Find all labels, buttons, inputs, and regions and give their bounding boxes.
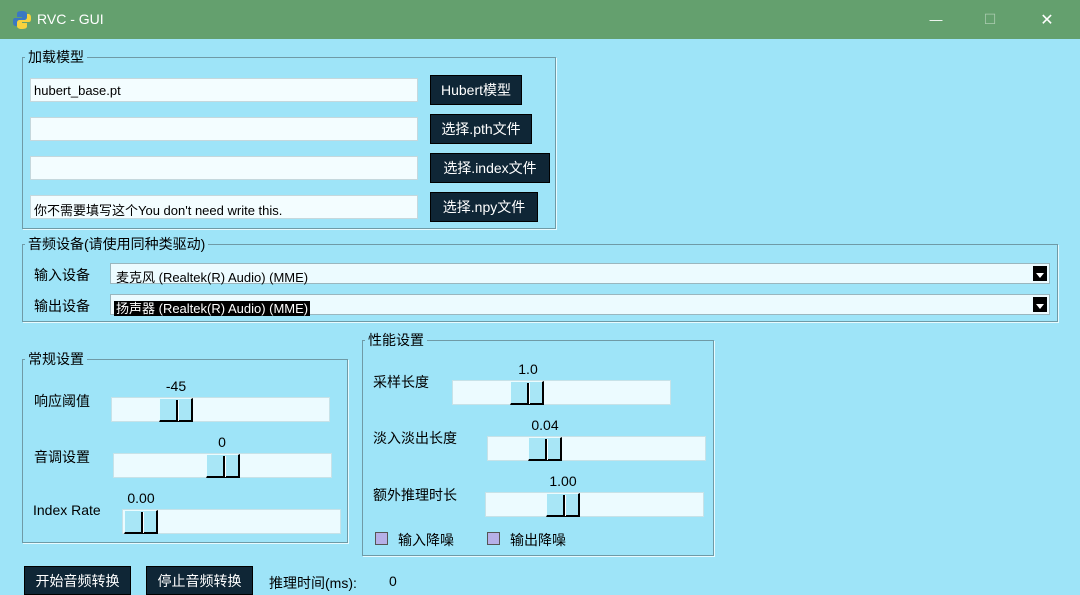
maximize-icon: ☐ bbox=[983, 11, 997, 27]
crossfade-slider-thumb[interactable] bbox=[528, 437, 562, 461]
pth-select-button[interactable]: 选择.pth文件 bbox=[430, 114, 532, 144]
input-denoise-label: 输入降噪 bbox=[398, 532, 454, 548]
sample-length-label: 采样长度 bbox=[373, 374, 429, 390]
chevron-down-icon[interactable] bbox=[1033, 297, 1047, 312]
pitch-value: 0 bbox=[218, 434, 226, 450]
close-button[interactable]: ✕ bbox=[1024, 0, 1070, 39]
output-device-label: 输出设备 bbox=[34, 298, 90, 314]
start-conversion-button[interactable]: 开始音频转换 bbox=[24, 566, 131, 595]
python-logo-icon bbox=[13, 11, 31, 29]
pth-path-field[interactable] bbox=[30, 117, 418, 141]
input-device-select[interactable]: 麦克风 (Realtek(R) Audio) (MME) bbox=[110, 263, 1050, 285]
index-rate-value: 0.00 bbox=[127, 490, 155, 506]
sample-length-slider[interactable] bbox=[452, 380, 671, 405]
infer-time-value: 0 bbox=[389, 573, 397, 589]
index-select-button[interactable]: 选择.index文件 bbox=[430, 153, 550, 183]
stop-conversion-button[interactable]: 停止音频转换 bbox=[146, 566, 253, 595]
npy-select-button[interactable]: 选择.npy文件 bbox=[430, 192, 538, 222]
input-denoise-checkbox[interactable] bbox=[375, 532, 388, 545]
index-rate-slider[interactable] bbox=[122, 509, 341, 534]
maximize-button[interactable]: ☐ bbox=[967, 0, 1013, 39]
output-denoise-checkbox[interactable] bbox=[487, 532, 500, 545]
index-path-field[interactable] bbox=[30, 156, 418, 180]
sample-length-slider-thumb[interactable] bbox=[510, 381, 544, 405]
input-device-label: 输入设备 bbox=[34, 267, 90, 283]
output-denoise-label: 输出降噪 bbox=[510, 532, 566, 548]
load-model-legend: 加载模型 bbox=[28, 49, 84, 65]
title-bar: RVC - GUI — ☐ ✕ bbox=[0, 0, 1080, 39]
threshold-slider[interactable] bbox=[111, 397, 330, 422]
threshold-slider-thumb[interactable] bbox=[159, 398, 193, 422]
extra-time-value: 1.00 bbox=[549, 473, 577, 489]
output-device-value: 扬声器 (Realtek(R) Audio) (MME) bbox=[114, 301, 311, 316]
audio-device-legend: 音频设备(请使用同种类驱动) bbox=[28, 236, 206, 252]
extra-time-slider-thumb[interactable] bbox=[546, 493, 580, 517]
pitch-slider-thumb[interactable] bbox=[206, 454, 240, 478]
crossfade-value: 0.04 bbox=[531, 417, 559, 433]
output-device-select[interactable]: 扬声器 (Realtek(R) Audio) (MME) bbox=[110, 294, 1050, 316]
crossfade-label: 淡入淡出长度 bbox=[373, 430, 457, 446]
infer-time-label: 推理时间(ms): bbox=[269, 575, 357, 591]
extra-time-slider[interactable] bbox=[485, 492, 704, 517]
index-rate-label: Index Rate bbox=[33, 502, 101, 518]
threshold-value: -45 bbox=[165, 378, 187, 394]
pitch-label: 音调设置 bbox=[34, 449, 90, 465]
minimize-icon: — bbox=[929, 12, 943, 27]
minimize-button[interactable]: — bbox=[913, 0, 959, 39]
general-settings-legend: 常规设置 bbox=[28, 351, 84, 367]
index-rate-slider-thumb[interactable] bbox=[124, 510, 158, 534]
hubert-select-button[interactable]: Hubert模型 bbox=[430, 75, 522, 105]
pitch-slider[interactable] bbox=[113, 453, 332, 478]
npy-path-field[interactable]: 你不需要填写这个You don't need write this. bbox=[30, 195, 418, 219]
input-device-value: 麦克风 (Realtek(R) Audio) (MME) bbox=[116, 270, 309, 285]
hubert-path-field[interactable]: hubert_base.pt bbox=[30, 78, 418, 102]
threshold-label: 响应阈值 bbox=[34, 393, 90, 409]
crossfade-slider[interactable] bbox=[487, 436, 706, 461]
performance-settings-legend: 性能设置 bbox=[368, 332, 424, 348]
window-title: RVC - GUI bbox=[37, 11, 104, 27]
extra-time-label: 额外推理时长 bbox=[373, 487, 457, 503]
close-icon: ✕ bbox=[1040, 11, 1054, 29]
chevron-down-icon[interactable] bbox=[1033, 266, 1047, 281]
sample-length-value: 1.0 bbox=[518, 361, 538, 377]
